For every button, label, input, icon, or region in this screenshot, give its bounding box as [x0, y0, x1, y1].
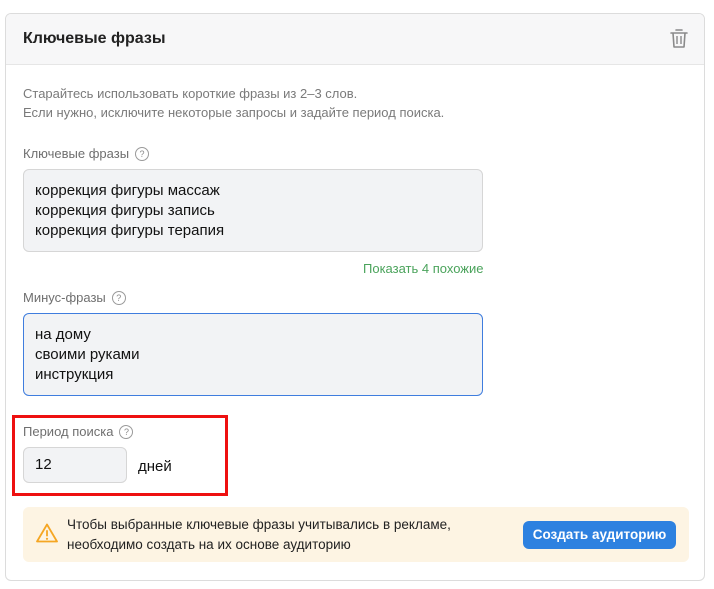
card-header: Ключевые фразы	[6, 14, 704, 65]
create-audience-button[interactable]: Создать аудиторию	[523, 521, 676, 549]
keyword-line: коррекция фигуры массаж	[35, 182, 220, 199]
banner-line: необходимо создать на их основе аудитори…	[67, 537, 351, 552]
period-unit: дней	[138, 458, 172, 475]
period-label: Период поиска ?	[23, 424, 134, 439]
help-icon[interactable]: ?	[111, 290, 126, 305]
minus-textarea[interactable]: на дому своими руками инструкция	[23, 313, 483, 396]
keyword-line: коррекция фигуры терапия	[35, 222, 225, 239]
help-icon[interactable]: ?	[119, 424, 134, 439]
card-title: Ключевые фразы	[23, 30, 166, 47]
help-icon[interactable]: ?	[135, 146, 150, 161]
period-input[interactable]: 12	[23, 447, 127, 483]
keywords-label: Ключевые фразы ?	[23, 146, 150, 161]
keywords-card: Ключевые фразы Старайтесь использовать к…	[5, 13, 705, 581]
minus-label-text: Минус-фразы	[23, 290, 106, 305]
show-similar-link[interactable]: Показать 4 похожие	[363, 261, 483, 276]
minus-line: инструкция	[35, 366, 114, 383]
keyword-line: коррекция фигуры запись	[35, 202, 215, 219]
keywords-label-text: Ключевые фразы	[23, 146, 130, 161]
card-hint: Старайтесь использовать короткие фразы и…	[23, 84, 444, 122]
trash-icon[interactable]	[670, 29, 688, 49]
warning-icon	[36, 523, 58, 543]
banner-text: Чтобы выбранные ключевые фразы учитывали…	[67, 515, 451, 555]
warning-banner: Чтобы выбранные ключевые фразы учитывали…	[23, 507, 689, 562]
hint-line: Если нужно, исключите некоторые запросы …	[23, 105, 445, 120]
keywords-textarea[interactable]: коррекция фигуры массаж коррекция фигуры…	[23, 169, 483, 252]
minus-line: своими руками	[35, 346, 140, 363]
period-label-text: Период поиска	[23, 424, 114, 439]
banner-line: Чтобы выбранные ключевые фразы учитывали…	[67, 517, 451, 532]
hint-line: Старайтесь использовать короткие фразы и…	[23, 86, 358, 101]
minus-line: на дому	[35, 326, 91, 343]
minus-label: Минус-фразы ?	[23, 290, 126, 305]
